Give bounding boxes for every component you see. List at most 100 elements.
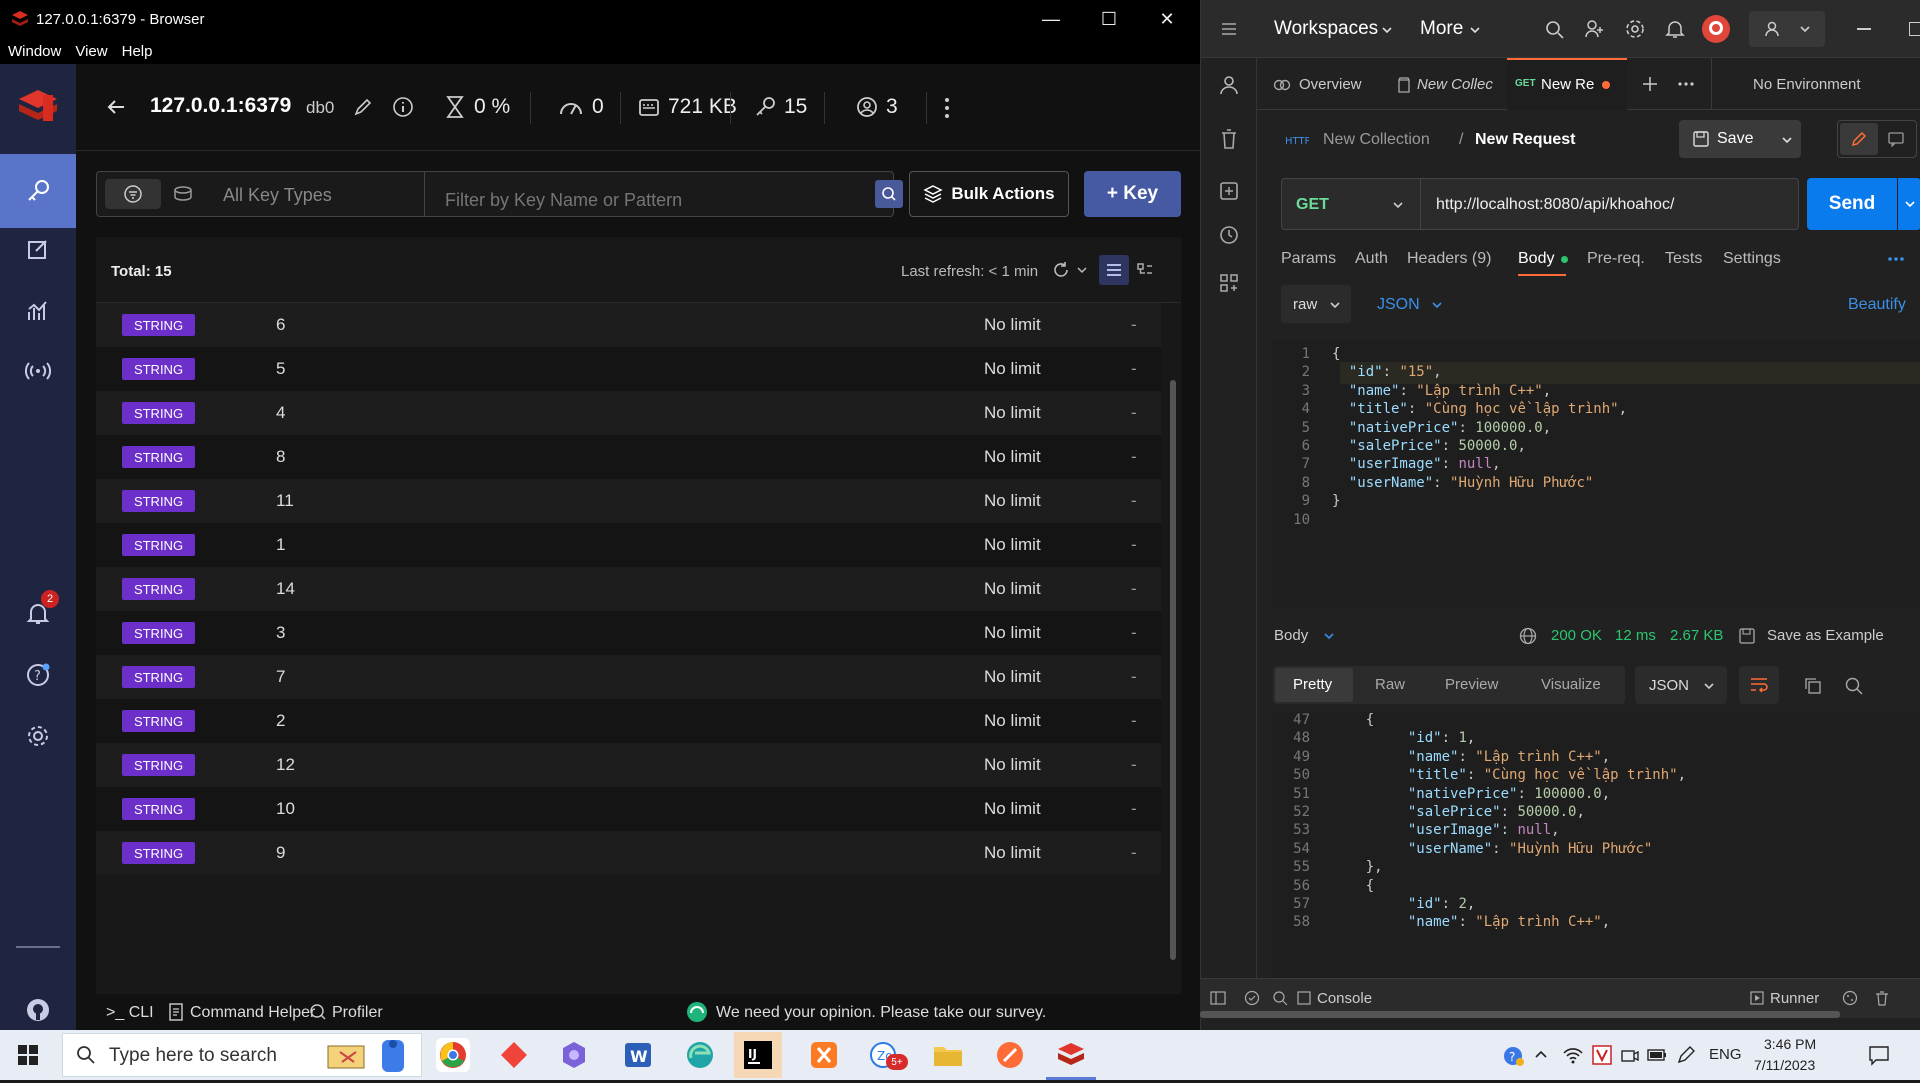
taskbar-chrome[interactable] (436, 1038, 470, 1072)
tab-body[interactable]: Body (1518, 250, 1554, 268)
console-button[interactable]: Console (1317, 990, 1372, 1007)
sidebar-toggle-icon[interactable] (1210, 991, 1226, 1005)
key-types-dropdown[interactable]: All Key Types (213, 172, 425, 216)
workspaces-menu[interactable]: Workspaces (1274, 18, 1378, 40)
request-body-editor[interactable]: 1{2 "id": "15", 3 "name": "Lập trình C++"… (1272, 340, 1920, 608)
table-row[interactable]: STRING 1 No limit - (96, 523, 1161, 567)
copy-icon[interactable] (1804, 677, 1822, 695)
taskbar-app-teams[interactable] (557, 1038, 591, 1072)
chevron-up-icon[interactable] (1534, 1049, 1548, 1059)
tab-params[interactable]: Params (1281, 250, 1336, 268)
camera-icon[interactable] (1620, 1045, 1640, 1065)
search-mode-icon[interactable] (172, 184, 194, 204)
refresh-icon[interactable] (1052, 261, 1070, 279)
table-row[interactable]: STRING 8 No limit - (96, 435, 1161, 479)
table-row[interactable]: STRING 14 No limit - (96, 567, 1161, 611)
minimize-button[interactable] (1857, 28, 1871, 30)
tab-overview[interactable]: Overview (1299, 76, 1362, 93)
history-icon[interactable] (1218, 224, 1240, 246)
taskbar-app-red[interactable] (497, 1038, 531, 1072)
breadcrumb-collection[interactable]: New Collection (1323, 131, 1430, 149)
send-button[interactable]: Send (1807, 178, 1897, 230)
github-button[interactable] (0, 990, 76, 1030)
send-options-button[interactable] (1898, 178, 1920, 230)
edit-mode-button[interactable] (1840, 123, 1878, 155)
battery-icon[interactable] (1646, 1046, 1668, 1064)
runner-button[interactable]: Runner (1770, 990, 1819, 1007)
antivirus-icon[interactable] (1592, 1045, 1612, 1065)
tab-new-collection[interactable]: New Collec (1417, 76, 1493, 93)
list-view-button[interactable] (1099, 255, 1129, 285)
bulk-actions-button[interactable]: Bulk Actions (909, 171, 1069, 217)
save-as-example-button[interactable]: Save as Example (1767, 627, 1884, 644)
more-horizontal-icon[interactable] (1887, 256, 1905, 262)
taskbar-explorer[interactable] (931, 1038, 965, 1072)
plus-icon[interactable] (1642, 76, 1658, 92)
menu-window[interactable]: Window (8, 43, 61, 60)
table-row[interactable]: STRING 12 No limit - (96, 743, 1161, 787)
tab-settings[interactable]: Settings (1723, 250, 1781, 268)
tab-pretty[interactable]: Pretty (1275, 668, 1353, 702)
maximize-button[interactable] (1909, 22, 1920, 36)
apps-icon[interactable] (1218, 272, 1240, 294)
redis-home-logo[interactable] (0, 64, 76, 150)
taskbar-postman[interactable] (993, 1038, 1027, 1072)
taskbar-redis-insight[interactable] (1054, 1038, 1088, 1072)
profiler-button[interactable]: Profiler (332, 1004, 383, 1022)
cli-button[interactable]: >_ CLI (106, 1004, 154, 1022)
environment-selector[interactable]: No Environment (1753, 76, 1861, 93)
tab-visualize[interactable]: Visualize (1541, 676, 1601, 693)
pencil-icon[interactable] (354, 98, 372, 116)
tab-new-request[interactable]: New Re (1541, 76, 1594, 93)
horizontal-scrollbar[interactable] (1200, 1011, 1840, 1018)
tree-view-icon[interactable] (1136, 262, 1154, 280)
response-body-viewer[interactable]: 47 {48 "id": 1, 49 "name": "Lập trình C++… (1272, 712, 1920, 978)
check-circle-icon[interactable] (1244, 990, 1260, 1006)
back-arrow-icon[interactable] (106, 97, 126, 117)
tab-tests[interactable]: Tests (1665, 250, 1702, 268)
menu-view[interactable]: View (75, 43, 107, 60)
chevron-down-icon[interactable] (1323, 631, 1335, 641)
save-button[interactable]: Save (1679, 120, 1801, 158)
key-filter-input[interactable] (425, 172, 845, 216)
tab-preview[interactable]: Preview (1445, 676, 1498, 693)
avatar[interactable] (1702, 15, 1730, 43)
chevron-down-icon[interactable] (1076, 265, 1088, 275)
table-row[interactable]: STRING 9 No limit - (96, 831, 1161, 875)
close-button[interactable]: ✕ (1138, 0, 1196, 38)
hamburger-icon[interactable] (1221, 22, 1237, 36)
table-row[interactable]: STRING 6 No limit - (96, 303, 1161, 347)
gear-icon[interactable] (1625, 19, 1645, 39)
taskbar-intellij[interactable]: IJ (734, 1032, 782, 1078)
wrap-lines-button[interactable] (1739, 666, 1779, 704)
add-key-button[interactable]: + Key (1084, 171, 1181, 217)
bell-icon[interactable] (1665, 19, 1685, 39)
body-language-select[interactable]: JSON (1377, 296, 1420, 314)
info-icon[interactable] (392, 96, 414, 118)
user-icon[interactable] (1218, 74, 1240, 96)
response-format-select[interactable]: JSON (1635, 666, 1727, 704)
trash-icon[interactable] (1218, 128, 1240, 150)
table-row[interactable]: STRING 3 No limit - (96, 611, 1161, 655)
cookie-icon[interactable] (1842, 990, 1858, 1006)
vertical-scrollbar[interactable] (1170, 380, 1176, 960)
taskbar-xampp[interactable] (807, 1038, 841, 1072)
find-icon[interactable] (1272, 990, 1288, 1006)
clock-time[interactable]: 3:46 PM (1764, 1036, 1816, 1052)
search-icon[interactable] (1545, 20, 1565, 40)
table-row[interactable]: STRING 10 No limit - (96, 787, 1161, 831)
taskbar-word[interactable]: W (621, 1038, 655, 1072)
search-icon[interactable] (1845, 677, 1863, 695)
tab-headers[interactable]: Headers (9) (1407, 250, 1491, 268)
language-indicator[interactable]: ENG (1709, 1046, 1742, 1063)
pen-icon[interactable] (1676, 1045, 1696, 1065)
add-user-icon[interactable] (1584, 19, 1604, 39)
taskbar-edge[interactable] (683, 1038, 717, 1072)
maximize-button[interactable]: ☐ (1080, 0, 1138, 38)
tab-auth[interactable]: Auth (1355, 250, 1388, 268)
more-menu[interactable]: More (1420, 18, 1463, 40)
more-vertical-icon[interactable] (942, 96, 952, 120)
notification-center-icon[interactable] (1868, 1044, 1890, 1066)
table-row[interactable]: STRING 11 No limit - (96, 479, 1161, 523)
more-horizontal-icon[interactable] (1678, 82, 1694, 86)
